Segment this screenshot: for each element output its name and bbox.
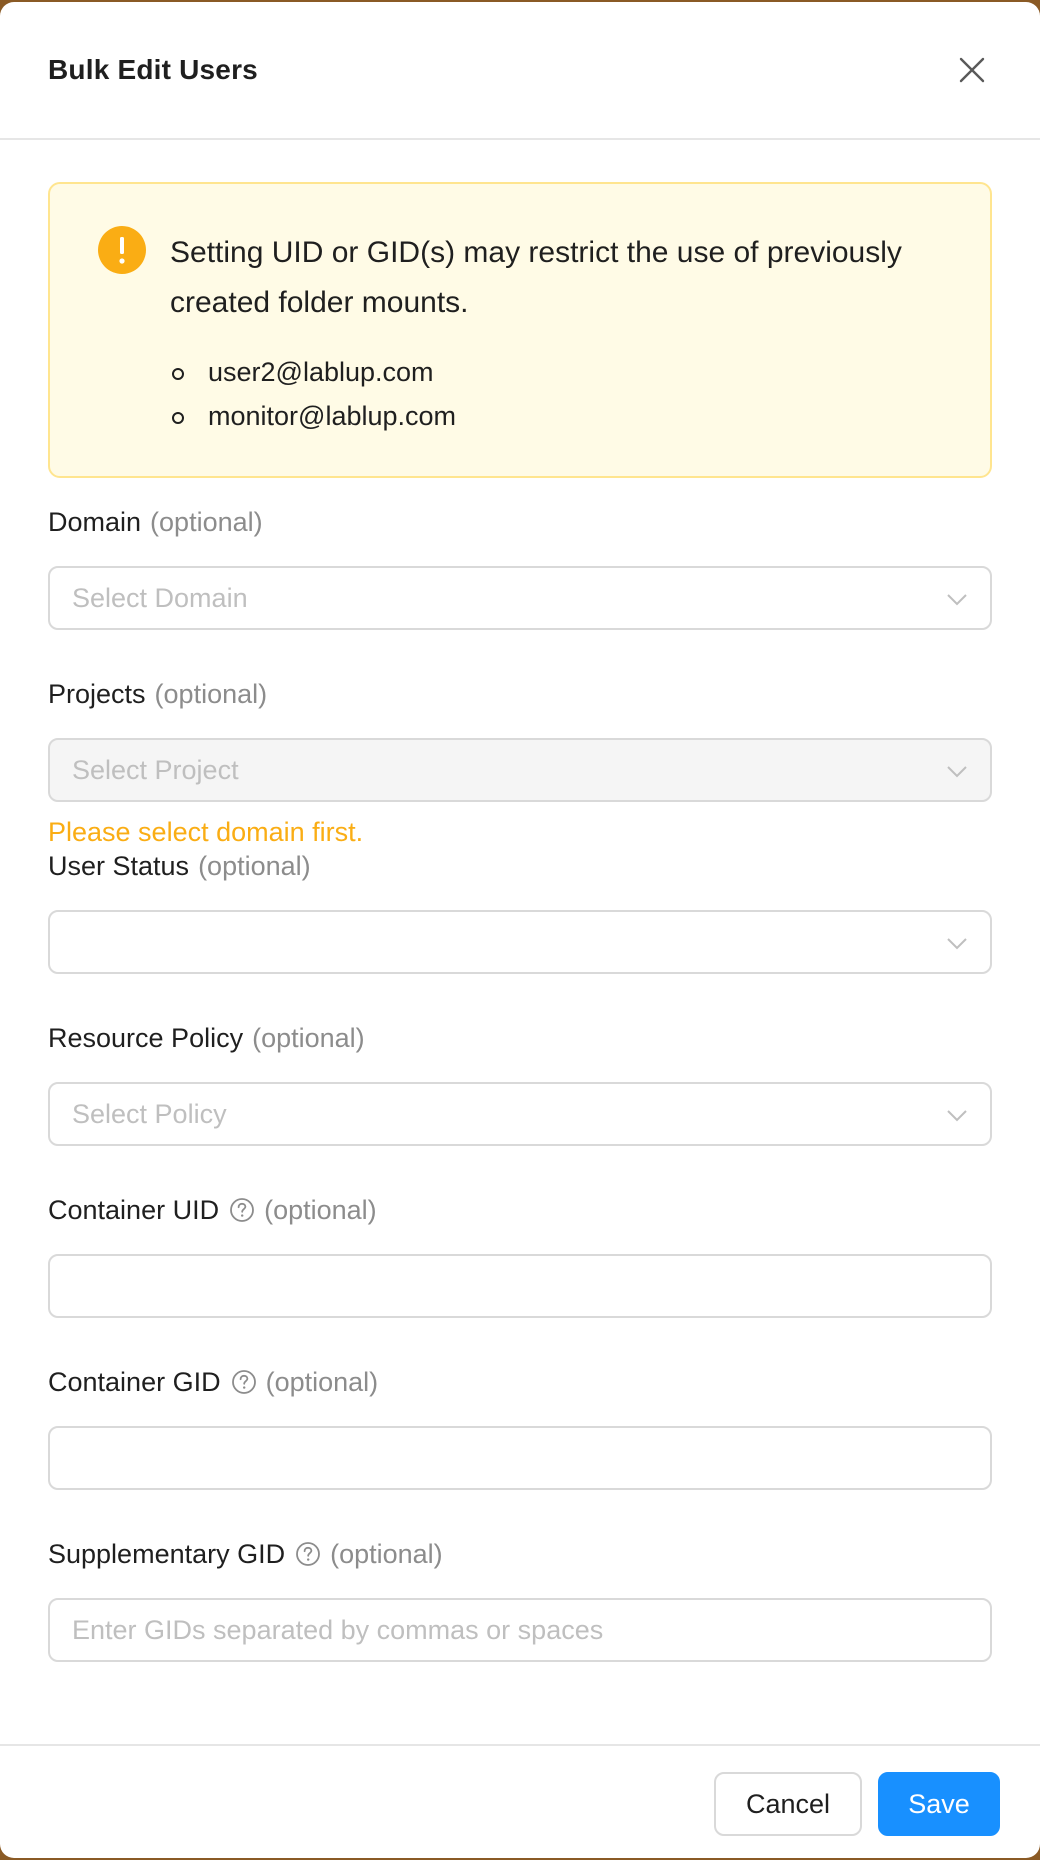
alert-message: Setting UID or GID(s) may restrict the u…: [170, 236, 902, 319]
optional-tag: (optional): [154, 679, 268, 709]
projects-field: Projects (optional) Select Project Pleas…: [48, 676, 992, 847]
domain-field: Domain (optional) Select Domain: [48, 504, 992, 630]
user-status-field: User Status (optional): [48, 848, 992, 974]
container-uid-field: Container UID (optional): [48, 1192, 992, 1318]
affected-users-list: user2@lablup.com monitor@lablup.com: [170, 350, 456, 438]
dialog-footer: Cancel Save: [0, 1744, 1040, 1858]
container-gid-input[interactable]: [48, 1426, 992, 1490]
close-button[interactable]: [954, 52, 990, 88]
container-gid-field: Container GID (optional): [48, 1364, 992, 1490]
supplementary-gid-field: Supplementary GID (optional) Enter GIDs …: [48, 1536, 992, 1662]
domain-label: Domain: [48, 507, 142, 537]
dialog-header: Bulk Edit Users: [0, 2, 1040, 140]
resource-policy-field: Resource Policy (optional) Select Policy: [48, 1020, 992, 1146]
close-icon: [959, 57, 985, 83]
optional-tag: (optional): [150, 507, 263, 537]
save-button[interactable]: Save: [878, 1772, 1000, 1836]
dialog-body: Setting UID or GID(s) may restrict the u…: [48, 182, 992, 1662]
question-circle-icon[interactable]: [229, 1197, 255, 1223]
project-warning-hint: Please select domain first.: [48, 817, 364, 847]
optional-tag: (optional): [265, 1367, 379, 1397]
user-status-select[interactable]: [48, 910, 992, 974]
domain-placeholder: Select Domain: [72, 583, 248, 613]
user-status-label: User Status: [48, 851, 190, 881]
container-uid-label: Container UID: [48, 1195, 220, 1225]
resource-policy-placeholder: Select Policy: [72, 1099, 227, 1129]
list-item: monitor@lablup.com: [170, 394, 456, 438]
list-item: user2@lablup.com: [170, 350, 456, 394]
projects-label: Projects: [48, 679, 146, 709]
dialog-title: Bulk Edit Users: [48, 54, 258, 85]
project-select[interactable]: Select Project: [48, 738, 992, 802]
optional-tag: (optional): [264, 1195, 377, 1225]
chevron-down-icon: [947, 594, 967, 606]
warning-alert: Setting UID or GID(s) may restrict the u…: [48, 182, 992, 478]
chevron-down-icon: [947, 1110, 967, 1122]
resource-policy-select[interactable]: Select Policy: [48, 1082, 992, 1146]
exclamation-circle-icon: [98, 226, 146, 274]
cancel-button[interactable]: Cancel: [714, 1772, 862, 1836]
optional-tag: (optional): [252, 1023, 365, 1053]
chevron-down-icon: [947, 766, 967, 778]
question-circle-icon[interactable]: [295, 1541, 321, 1567]
domain-select[interactable]: Select Domain: [48, 566, 992, 630]
supplementary-gid-placeholder: Enter GIDs separated by commas or spaces: [72, 1615, 604, 1645]
project-placeholder: Select Project: [72, 755, 239, 785]
container-gid-label: Container GID: [48, 1367, 221, 1397]
optional-tag: (optional): [330, 1539, 443, 1569]
bulk-edit-users-dialog: Bulk Edit Users Setting UID or GID(s) ma…: [0, 2, 1040, 1858]
chevron-down-icon: [947, 938, 967, 950]
optional-tag: (optional): [198, 851, 311, 881]
resource-policy-label: Resource Policy: [48, 1023, 244, 1053]
question-circle-icon[interactable]: [231, 1369, 257, 1395]
supplementary-gid-label: Supplementary GID: [48, 1539, 286, 1569]
container-uid-input[interactable]: [48, 1254, 992, 1318]
supplementary-gid-input[interactable]: Enter GIDs separated by commas or spaces: [48, 1598, 992, 1662]
